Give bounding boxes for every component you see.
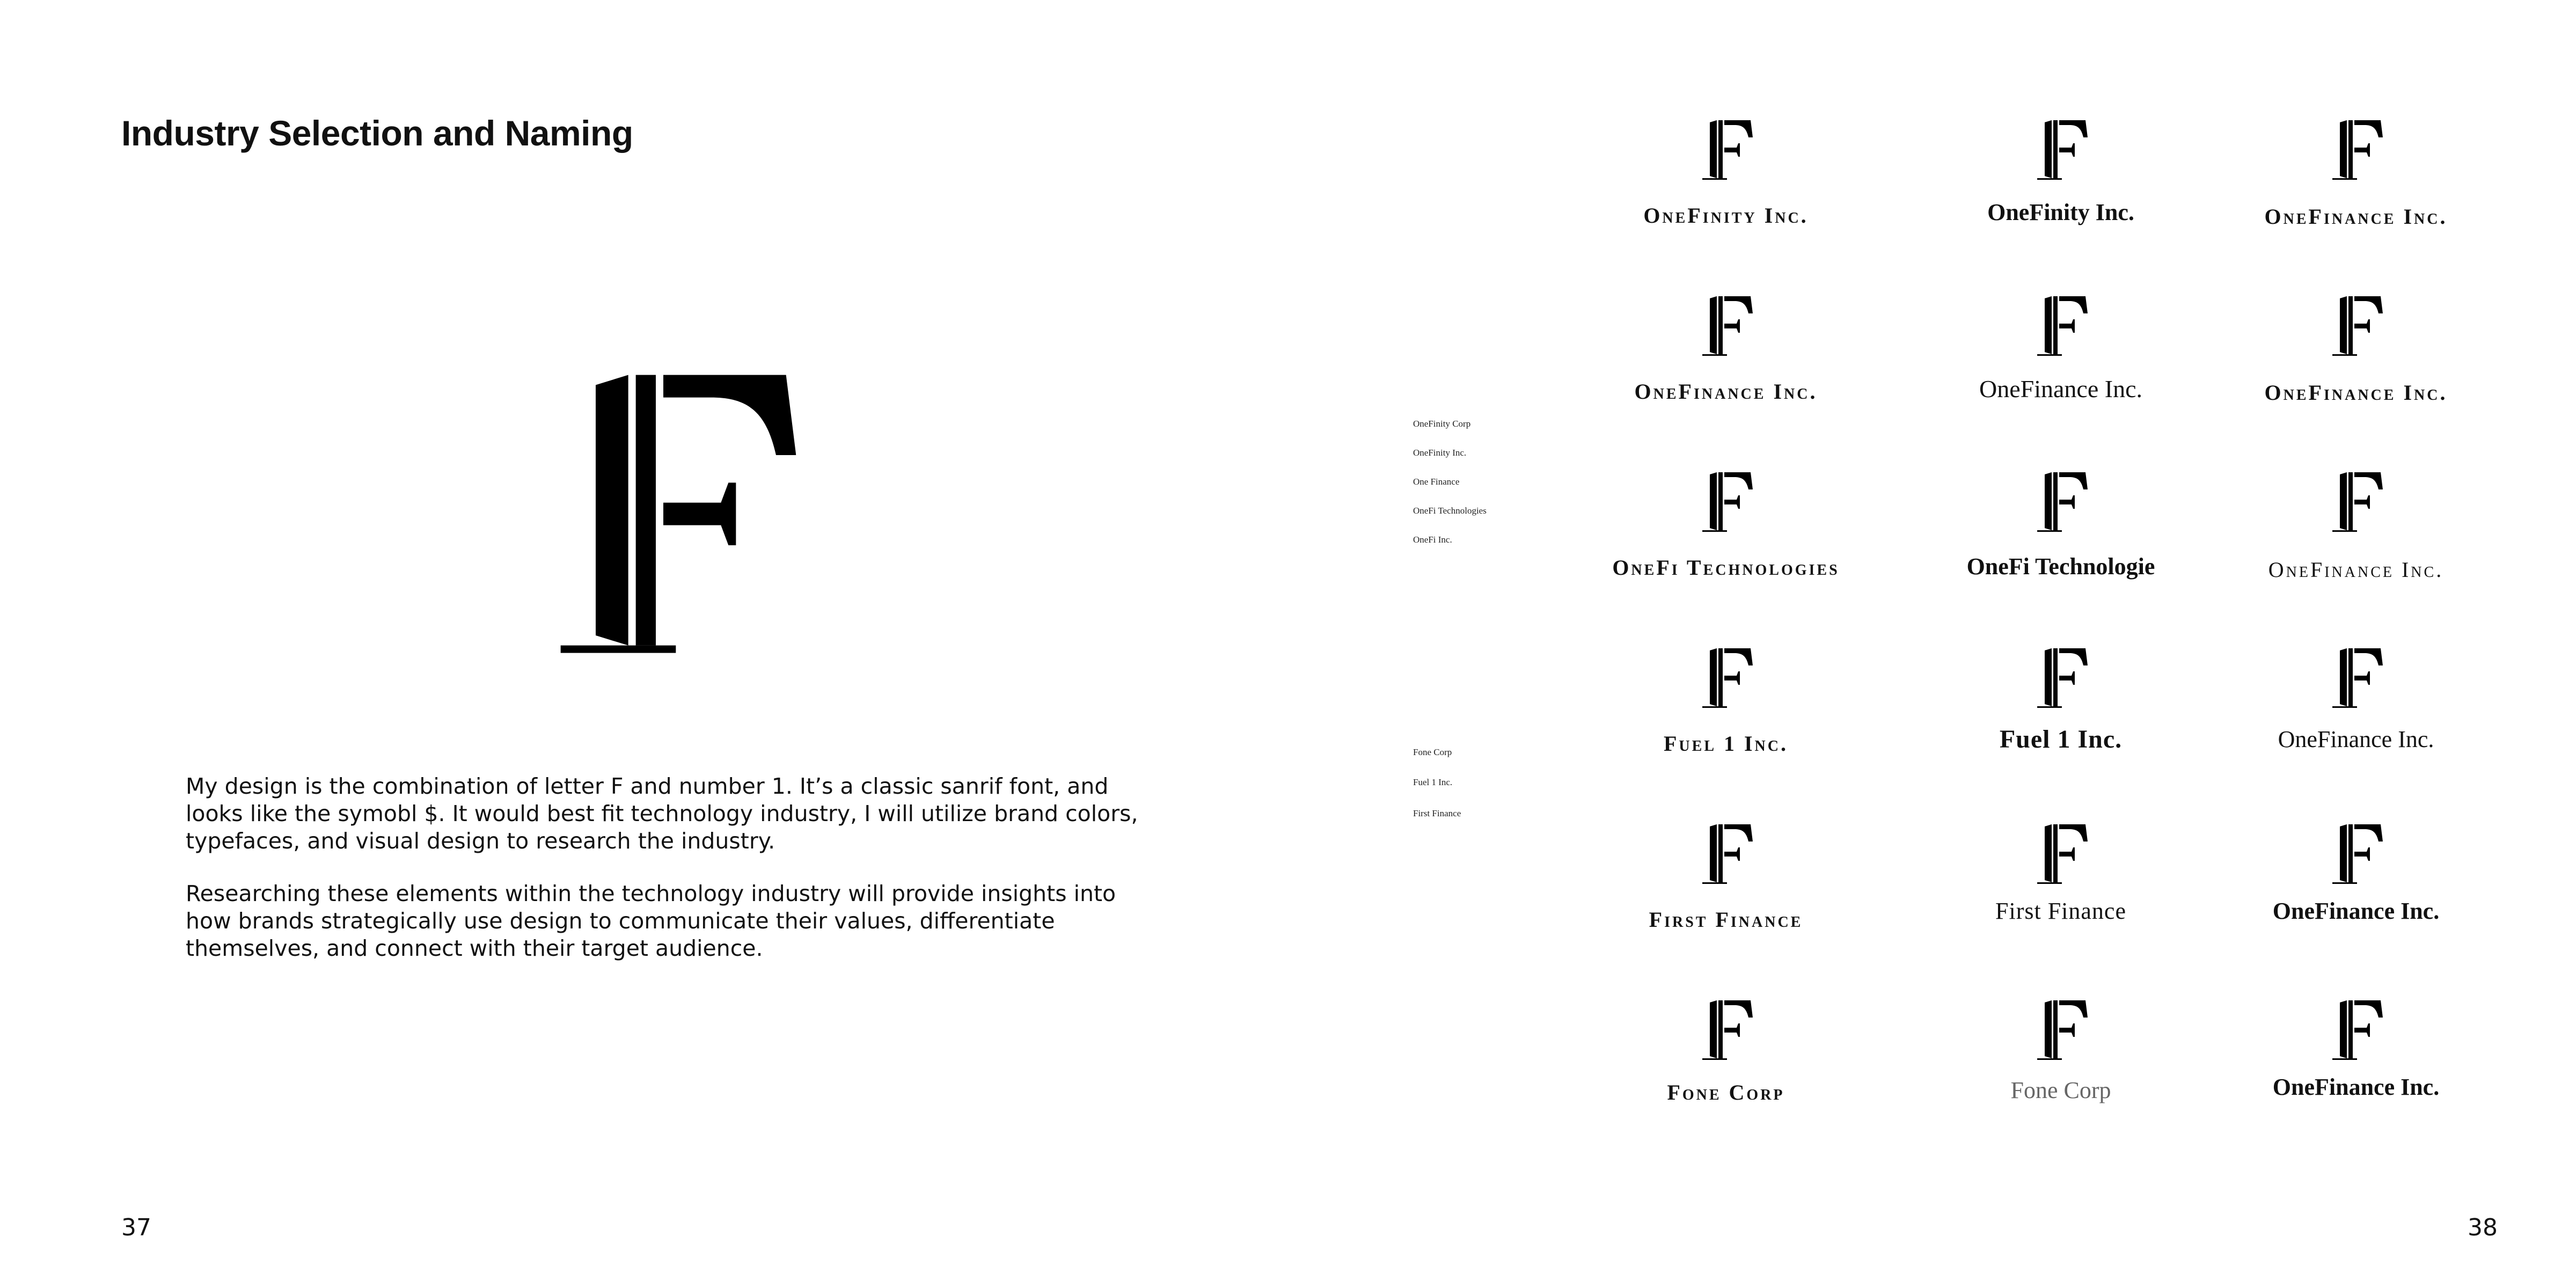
name-list-item: OneFi Inc.: [1413, 535, 1452, 545]
f-one-monogram-icon: [2329, 465, 2383, 540]
name-list-item: OneFinity Inc.: [1413, 448, 1467, 458]
name-list-item: Fuel 1 Inc.: [1413, 777, 1453, 787]
f-one-monogram-icon: [2034, 817, 2088, 892]
f-one-monogram-icon: [2034, 993, 2088, 1068]
logo-caption: Fone Corp: [1667, 1080, 1785, 1104]
name-list-item: OneFinity Corp: [1413, 419, 1471, 429]
logo-caption: Fuel 1 Inc.: [1999, 725, 2123, 753]
name-list-item: Fone Corp: [1413, 747, 1452, 757]
left-page: Industry Selection and Naming My design …: [0, 0, 1288, 1288]
logo-variant: OneFinance Inc.: [1900, 289, 2222, 450]
logo-variant: Fone Corp: [1565, 993, 1887, 1154]
logo-caption: OneFi Technologie: [1966, 553, 2155, 580]
logo-caption: OneFinance Inc.: [2268, 558, 2444, 582]
f-one-monogram-icon: [537, 365, 805, 665]
logo-variant: OneFinance Inc.: [2195, 817, 2517, 978]
name-list-item: First Finance: [1413, 808, 1461, 818]
f-one-monogram-icon: [2329, 993, 2383, 1068]
logo-variant: Fuel 1 Inc.: [1900, 641, 2222, 802]
logo-variant: Fone Corp: [1900, 993, 2222, 1154]
logo-variant: OneFi Technologies: [1565, 465, 1887, 626]
f-one-monogram-icon: [2034, 641, 2088, 716]
logo-variant: OneFinance Inc.: [2195, 113, 2517, 274]
f-one-monogram-icon: [1699, 817, 1753, 892]
f-one-monogram-icon: [2034, 289, 2088, 364]
body-paragraph-1: My design is the combination of letter F…: [186, 773, 1138, 854]
logo-variant: OneFinance Inc.: [2195, 641, 2517, 802]
logo-caption: OneFinance Inc.: [2272, 1074, 2440, 1100]
logo-caption: OneFinance Inc.: [2272, 898, 2440, 924]
logo-variant: First Finance: [1900, 817, 2222, 978]
f-one-monogram-icon: [2329, 817, 2383, 892]
body-paragraph-2: Researching these elements within the te…: [186, 881, 1116, 961]
logo-caption: OneFinance Inc.: [2264, 380, 2448, 405]
name-list-item: One Finance: [1413, 477, 1460, 487]
logo-caption: First Finance: [1995, 898, 2126, 924]
f-one-monogram-icon: [2329, 113, 2383, 188]
logo-caption: OneFinance Inc.: [2264, 204, 2448, 229]
logo-variant: Fuel 1 Inc.: [1565, 641, 1887, 802]
f-one-monogram-icon: [2329, 641, 2383, 716]
logo-variant: OneFinance Inc.: [2195, 993, 2517, 1154]
logo-variant: OneFinance Inc.: [2195, 289, 2517, 450]
page-number-right: 38: [2468, 1214, 2498, 1241]
page-title: Industry Selection and Naming: [121, 113, 633, 153]
logo-variant: OneFinity Inc.: [1565, 113, 1887, 274]
logo-caption: OneFinity Inc.: [1643, 203, 1809, 228]
logo-variant: OneFinity Inc.: [1900, 113, 2222, 274]
logo-variant: OneFinance Inc.: [1565, 289, 1887, 450]
logo-caption: First Finance: [1649, 908, 1803, 932]
logo-caption: Fone Corp: [2010, 1077, 2111, 1103]
logo-caption: OneFinance Inc.: [1979, 375, 2142, 402]
logo-caption: OneFinance Inc.: [1634, 379, 1818, 404]
f-one-monogram-icon: [2034, 113, 2088, 188]
logo-caption: OneFi Technologies: [1612, 555, 1840, 580]
logo-caption: OneFinance Inc.: [2278, 726, 2434, 752]
f-one-monogram-icon: [1699, 993, 1753, 1068]
logo-caption: Fuel 1 Inc.: [1663, 731, 1788, 756]
logo-variant: First Finance: [1565, 817, 1887, 978]
logo-variant: OneFinance Inc.: [2195, 465, 2517, 626]
f-one-monogram-icon: [1699, 113, 1753, 188]
f-one-monogram-icon: [2034, 465, 2088, 540]
f-one-monogram-icon: [2329, 289, 2383, 364]
logo-caption: OneFinity Inc.: [1987, 199, 2134, 225]
f-one-monogram-icon: [1699, 289, 1753, 364]
name-list-item: OneFi Technologies: [1413, 506, 1487, 516]
f-one-monogram-icon: [1699, 465, 1753, 540]
page-number-left: 37: [121, 1214, 151, 1241]
logo-variant: OneFi Technologie: [1900, 465, 2222, 626]
f-one-monogram-icon: [1699, 641, 1753, 716]
